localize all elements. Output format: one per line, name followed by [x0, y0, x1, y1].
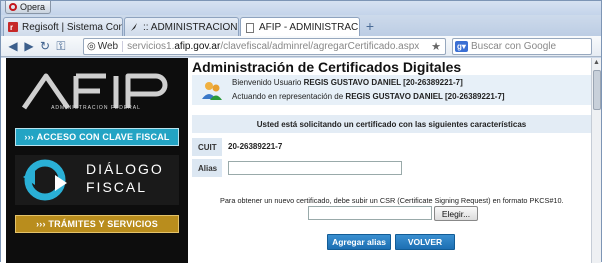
- new-tab-icon[interactable]: +: [363, 19, 377, 33]
- back-button[interactable]: VOLVER: [395, 234, 455, 250]
- tab-label: Regisoft | Sistema Cont...: [22, 21, 123, 33]
- page-favicon-icon: [246, 22, 254, 33]
- web-label: Web: [97, 41, 119, 52]
- choose-file-button[interactable]: Elegir...: [434, 206, 478, 221]
- acting-text: Actuando en representación de REGIS GUST…: [232, 92, 505, 101]
- globe-icon: ◎: [87, 41, 96, 52]
- tab-label: AFIP - ADMINISTRACI...: [259, 22, 360, 33]
- url-domain: afip.gov.ar: [174, 41, 221, 52]
- dialogo-title: DIÁLOGO: [86, 161, 164, 177]
- svg-text:r: r: [10, 23, 13, 32]
- csr-instructions: Para obtener un nuevo certificado, debe …: [220, 196, 564, 205]
- user-info-box: Bienvenido Usuario REGIS GUSTAVO DANIEL …: [192, 75, 591, 105]
- chevrons-icon: ›››: [36, 219, 49, 229]
- back-arrow-icon[interactable]: ◀: [5, 38, 21, 54]
- chevrons-icon: ›››: [24, 132, 37, 142]
- tramites-label: TRÁMITES Y SERVICIOS: [48, 219, 158, 229]
- forward-arrow-icon[interactable]: ▶: [21, 38, 37, 54]
- reload-icon[interactable]: ↻: [37, 38, 53, 54]
- opera-menu-button[interactable]: Opera: [5, 1, 51, 14]
- csr-file-input[interactable]: [308, 206, 432, 220]
- key-icon[interactable]: ⚿: [53, 38, 69, 54]
- search-placeholder: Buscar con Google: [471, 41, 557, 52]
- clave-fiscal-label: ACCESO CON CLAVE FISCAL: [36, 132, 170, 142]
- opera-menu-label: Opera: [20, 2, 46, 12]
- scroll-up-icon[interactable]: ▲: [592, 58, 601, 68]
- clave-fiscal-button[interactable]: ››› ACCESO CON CLAVE FISCAL: [15, 128, 179, 146]
- cuit-label: CUIT: [192, 138, 222, 156]
- page-title: Administración de Certificados Digitales: [192, 59, 462, 75]
- acting-user: REGIS GUSTAVO DANIEL [20-26389221-7]: [345, 92, 505, 101]
- afip-subtitle: ADMINISTRACION FEDERAL: [51, 105, 141, 111]
- url-text: servicios1.afip.gov.ar/clavefiscal/admin…: [123, 41, 419, 52]
- acting-prefix: Actuando en representación de: [232, 92, 346, 101]
- web-security-badge[interactable]: ◎ Web: [84, 41, 124, 52]
- tramites-servicios-button[interactable]: ››› TRÁMITES Y SERVICIOS: [15, 215, 179, 233]
- dialogo-arrows-icon: [23, 159, 67, 201]
- search-box[interactable]: g▾ Buscar con Google: [452, 38, 592, 55]
- afip-sidebar: ADMINISTRACION FEDERAL ››› ACCESO CON CL…: [6, 58, 188, 263]
- scrollbar-thumb[interactable]: [593, 70, 601, 110]
- tab-administracion[interactable]: :: ADMINISTRACION FE... ✕: [124, 17, 239, 36]
- fiscal-title: FISCAL: [86, 179, 148, 195]
- vertical-scrollbar[interactable]: ▲: [591, 58, 601, 263]
- feather-favicon-icon: [131, 23, 137, 31]
- page-viewport: ADMINISTRACION FEDERAL ››› ACCESO CON CL…: [1, 58, 591, 263]
- opera-logo-icon: [9, 3, 17, 11]
- navigation-bar: ◀ ▶ ↻ ⚿ ◎ Web servicios1.afip.gov.ar/clav…: [1, 36, 601, 57]
- google-icon[interactable]: g▾: [455, 41, 468, 52]
- welcome-text: Bienvenido Usuario REGIS GUSTAVO DANIEL …: [232, 78, 463, 87]
- address-bar[interactable]: ◎ Web servicios1.afip.gov.ar/clavefiscal/…: [83, 38, 446, 55]
- tab-bar: r Regisoft | Sistema Cont... ✕ :: ADMINI…: [1, 15, 601, 37]
- add-alias-button[interactable]: Agregar alias: [327, 234, 391, 250]
- users-icon: [202, 82, 222, 100]
- tab-afip[interactable]: AFIP - ADMINISTRACI... ✕: [240, 17, 360, 37]
- url-subdomain: servicios1.: [127, 41, 175, 52]
- request-header: Usted está solicitando un certificado co…: [192, 115, 591, 133]
- url-path: /clavefiscal/adminrel/agregarCertificado…: [220, 41, 420, 52]
- main-content: Administración de Certificados Digitales…: [192, 58, 591, 263]
- title-bar: Opera: [1, 1, 601, 15]
- cuit-value: 20-26389221-7: [228, 142, 283, 151]
- welcome-prefix: Bienvenido Usuario: [232, 78, 304, 87]
- tab-regisoft[interactable]: r Regisoft | Sistema Cont... ✕: [3, 17, 123, 36]
- welcome-user: REGIS GUSTAVO DANIEL [20-26389221-7]: [303, 78, 463, 87]
- browser-window: Opera r Regisoft | Sistema Cont... ✕ :: …: [0, 0, 602, 263]
- alias-input[interactable]: [228, 161, 402, 175]
- alias-label: Alias: [192, 159, 222, 177]
- bookmark-star-icon[interactable]: ★: [431, 40, 441, 53]
- tab-label: :: ADMINISTRACION FE...: [143, 21, 238, 33]
- regisoft-favicon-icon: r: [8, 22, 18, 32]
